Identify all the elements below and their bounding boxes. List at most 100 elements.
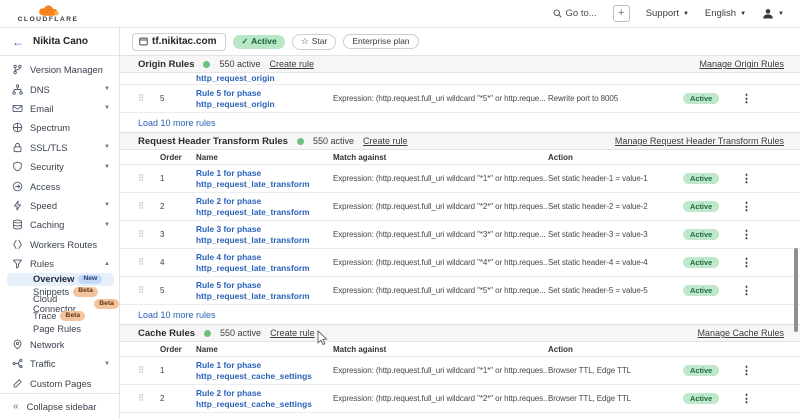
collapse-sidebar-button[interactable]: Collapse sidebar [0, 393, 119, 418]
kebab-menu-icon[interactable] [741, 228, 763, 241]
kebab-menu-icon[interactable] [741, 284, 763, 297]
star-label: Star [312, 37, 328, 46]
account-name: Nikita Cano [33, 36, 88, 47]
add-button[interactable]: + [613, 5, 630, 22]
rules-icon [12, 258, 23, 269]
sidebar-item[interactable]: Rules ▲ [0, 254, 119, 273]
drag-handle-icon[interactable] [138, 257, 160, 268]
rule-name-link[interactable]: Rule 5 for phasehttp_request_late_transf… [196, 280, 333, 302]
sidebar-item[interactable]: Access [0, 176, 119, 195]
sidebar-subitem[interactable]: Cloud Connector Beta [0, 298, 119, 310]
table-column-header: Order Name Match against Action [120, 342, 800, 357]
drag-handle-icon[interactable] [138, 201, 160, 212]
column-order: Order [160, 153, 196, 162]
rule-name-link[interactable]: Rule 2 for phasehttp_request_late_transf… [196, 196, 333, 218]
rule-name-link[interactable]: Rule 1 for phasehttp_request_cache_setti… [196, 360, 333, 382]
sidebar-item[interactable]: Traffic ▼ [0, 354, 119, 373]
sidebar-item-label: Traffic [30, 358, 56, 369]
sidebar-item[interactable]: Version Management [0, 60, 119, 79]
sidebar-item[interactable]: Email ▼ [0, 99, 119, 118]
manage-request-header-transform-rules-link[interactable]: Manage Request Header Transform Rules [615, 136, 784, 146]
sidebar-item[interactable]: Custom Pages [0, 374, 119, 393]
star-button[interactable]: Star [292, 34, 337, 50]
search-icon [553, 9, 562, 18]
rule-name-partial[interactable]: http_request_origin [196, 73, 275, 83]
drag-handle-icon[interactable] [138, 93, 160, 104]
zone-selector[interactable]: tf.nikitac.com [132, 33, 226, 51]
sidebar-item[interactable]: Workers Routes [0, 235, 119, 254]
kebab-menu-icon[interactable] [741, 392, 763, 405]
top-bar: CLOUDFLARE Go to... + Support ▼ English … [0, 0, 800, 28]
goto-search[interactable]: Go to... [553, 8, 597, 19]
sidebar-item[interactable]: DNS ▼ [0, 79, 119, 98]
column-name: Name [196, 153, 333, 162]
load-more-request-header-transform-rules[interactable]: Load 10 more rules [120, 305, 800, 325]
active-count-dot [204, 330, 211, 337]
security-icon [12, 161, 23, 172]
manage-origin-rules-link[interactable]: Manage Origin Rules [699, 59, 784, 69]
sidebar-subitem[interactable]: Overview New [7, 273, 114, 285]
custom-pages-icon [12, 378, 23, 389]
kebab-menu-icon[interactable] [741, 364, 763, 377]
create-rule-link[interactable]: Create rule [270, 328, 315, 338]
caching-icon [12, 219, 23, 230]
status-badge: Active [683, 173, 719, 184]
rule-name-link[interactable]: Rule 4 for phasehttp_request_late_transf… [196, 252, 333, 274]
rule-name-link[interactable]: Rule 1 for phasehttp_request_late_transf… [196, 168, 333, 190]
sidebar-subitem-label: Trace [33, 311, 56, 321]
sidebar-item-label: Security [30, 161, 64, 172]
sidebar-subitem[interactable]: Page Rules [0, 322, 119, 334]
kebab-menu-icon[interactable] [741, 92, 763, 105]
zone-status-badge: Active [233, 35, 284, 49]
sidebar-item[interactable]: Speed ▼ [0, 196, 119, 215]
drag-handle-icon[interactable] [138, 393, 160, 404]
rule-action: Browser TTL, Edge TTL [548, 394, 683, 403]
rule-action: Browser TTL, Edge TTL [548, 366, 683, 375]
email-icon [12, 103, 23, 114]
drag-handle-icon[interactable] [138, 365, 160, 376]
rule-name-link[interactable]: Rule 5 for phasehttp_request_origin [196, 88, 333, 110]
support-menu[interactable]: Support ▼ [646, 8, 689, 19]
sidebar-bottom-list: Network Traffic ▼ Custom Pages [0, 335, 119, 393]
manage-cache-rules-link[interactable]: Manage Cache Rules [697, 328, 784, 338]
rules-overview-content: Origin Rules 550 active Create rule Mana… [120, 56, 800, 418]
sidebar-item[interactable]: Security ▼ [0, 157, 119, 176]
drag-handle-icon[interactable] [138, 173, 160, 184]
create-rule-link[interactable]: Create rule [363, 136, 408, 146]
rule-order: 1 [160, 174, 196, 183]
drag-handle-icon[interactable] [138, 285, 160, 296]
language-menu[interactable]: English ▼ [705, 8, 746, 19]
status-badge: Active [683, 201, 719, 212]
account-header: ← Nikita Cano [0, 28, 120, 55]
rule-action: Rewrite port to 8005 [548, 94, 683, 103]
chevron-icon: ▼ [104, 105, 110, 111]
create-rule-link[interactable]: Create rule [270, 59, 315, 69]
sidebar-subitem-label: Page Rules [33, 324, 81, 334]
cloudflare-logo[interactable]: CLOUDFLARE [16, 4, 80, 23]
ssl-tls-icon [12, 142, 23, 153]
sidebar-item-label: Email [30, 103, 53, 114]
sidebar-item[interactable]: SSL/TLS ▼ [0, 138, 119, 157]
drag-handle-icon[interactable] [138, 229, 160, 240]
kebab-menu-icon[interactable] [741, 256, 763, 269]
collapse-icon [13, 400, 19, 412]
rule-order: 2 [160, 394, 196, 403]
rule-name-link[interactable]: Rule 2 for phasehttp_request_cache_setti… [196, 388, 333, 410]
sidebar-item[interactable]: Spectrum [0, 118, 119, 137]
account-menu[interactable]: ▼ [762, 8, 784, 20]
chevron-icon: ▼ [104, 164, 110, 170]
sidebar-item[interactable]: Caching ▼ [0, 215, 119, 234]
access-icon [12, 181, 23, 192]
vertical-scrollbar-thumb[interactable] [794, 248, 798, 332]
kebab-menu-icon[interactable] [741, 200, 763, 213]
rule-name-link[interactable]: Rule 3 for phasehttp_request_late_transf… [196, 224, 333, 246]
kebab-menu-icon[interactable] [741, 172, 763, 185]
sidebar-item[interactable]: Network [0, 335, 119, 354]
rule-order: 4 [160, 258, 196, 267]
zone-name: tf.nikitac.com [152, 36, 216, 47]
rule-match-expression: Expression: (http.request.full_uri wildc… [333, 286, 548, 295]
sidebar-item-label: Rules [30, 258, 54, 269]
load-more-origin-rules[interactable]: Load 10 more rules [120, 113, 800, 133]
back-arrow-icon[interactable]: ← [12, 36, 24, 48]
sidebar: Version Management DNS ▼ Email ▼ [0, 56, 120, 418]
